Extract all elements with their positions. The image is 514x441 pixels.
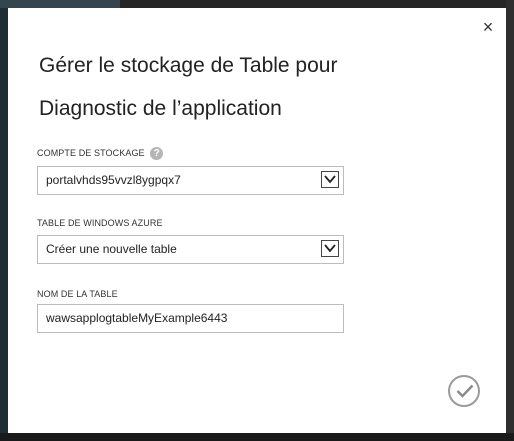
storage-account-label-row: COMPTE DE STOCKAGE ? — [37, 147, 164, 160]
chevron-down-icon[interactable] — [321, 240, 339, 257]
backdrop-top-left — [0, 0, 120, 8]
dialog-title-line-1: Gérer le stockage de Table pour — [39, 54, 338, 77]
storage-account-select[interactable]: portalvhds95vvzl8ygpqx7 — [37, 166, 344, 195]
azure-table-select[interactable]: Créer une nouvelle table — [37, 235, 344, 264]
help-icon[interactable]: ? — [150, 147, 164, 160]
backdrop-bottom — [0, 433, 514, 441]
table-name-value: wawsapplogtableMyExample6443 — [46, 311, 228, 325]
azure-table-label: TABLE DE WINDOWS AZURE — [37, 218, 163, 228]
table-name-label: NOM DE LA TABLE — [37, 289, 118, 299]
table-name-input[interactable]: wawsapplogtableMyExample6443 — [37, 304, 344, 333]
storage-account-label: COMPTE DE STOCKAGE — [37, 147, 145, 158]
chevron-down-icon[interactable] — [321, 171, 339, 188]
azure-table-value: Créer une nouvelle table — [46, 242, 177, 256]
confirm-button[interactable] — [448, 375, 480, 407]
backdrop-top — [120, 0, 514, 8]
storage-account-value: portalvhds95vvzl8ygpqx7 — [46, 173, 181, 187]
backdrop-right — [506, 0, 514, 441]
dialog-title-line-2: Diagnostic de l’application — [39, 97, 282, 120]
checkmark-icon — [456, 384, 474, 398]
table-storage-dialog: × Gérer le stockage de Table pour Diagno… — [8, 8, 506, 433]
backdrop-left — [0, 0, 8, 441]
close-icon[interactable]: × — [477, 16, 499, 38]
dialog-title: Gérer le stockage de Table pour Diagnost… — [39, 44, 459, 130]
